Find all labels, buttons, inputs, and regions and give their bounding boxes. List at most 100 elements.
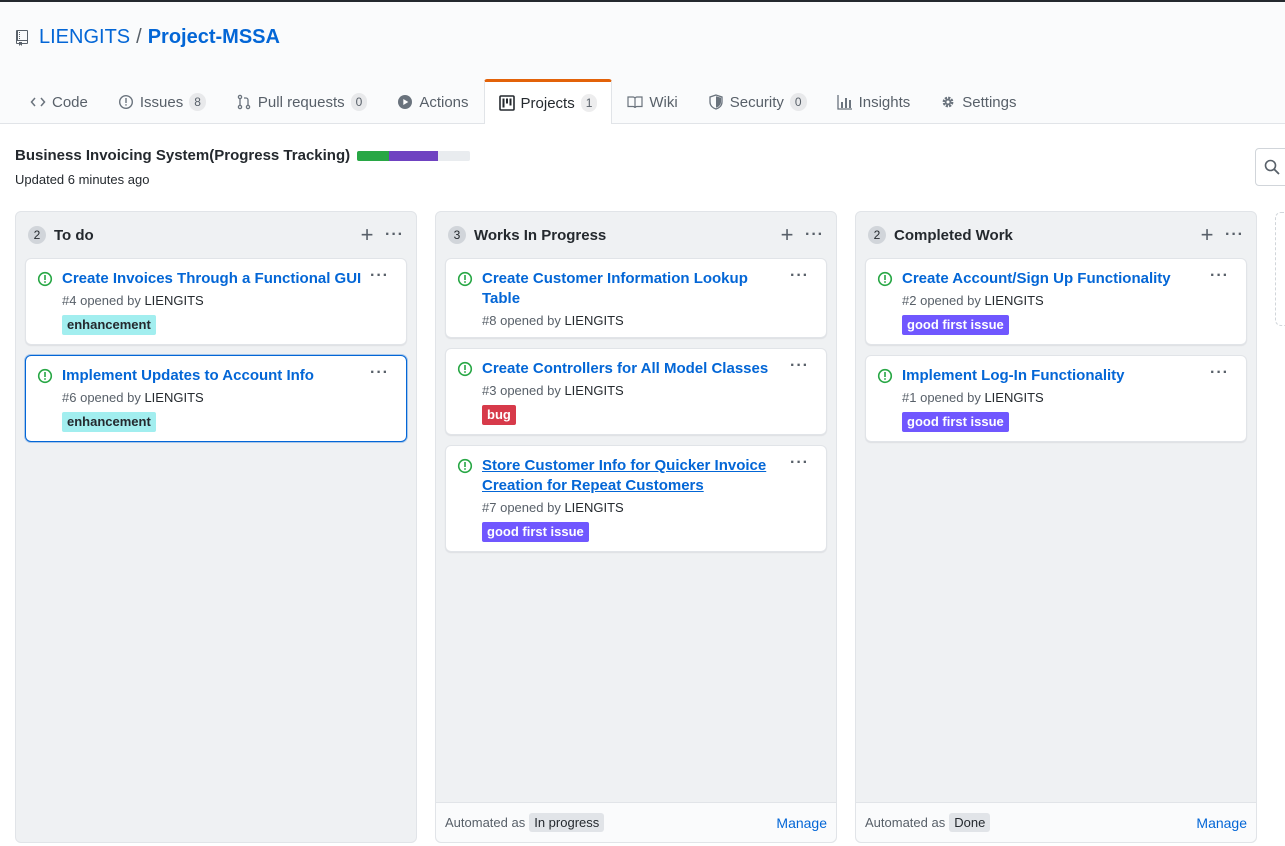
- issue-meta: #3 opened by LIENGITS: [482, 383, 786, 398]
- issue-number: #3: [482, 383, 497, 398]
- tab-security[interactable]: Security 0: [693, 79, 822, 124]
- card-menu-kebab-icon[interactable]: ···: [790, 454, 809, 472]
- issue-opened-icon: [877, 368, 893, 387]
- project-column: 3 Works In Progress + ··· Create Customer In…: [435, 211, 837, 843]
- card-menu-kebab-icon[interactable]: ···: [1210, 267, 1229, 285]
- issue-author-link[interactable]: LIENGITS: [144, 390, 203, 405]
- issue-meta: #4 opened by LIENGITS: [62, 293, 366, 308]
- add-column-placeholder[interactable]: [1275, 212, 1285, 326]
- issue-number: #1: [902, 390, 917, 405]
- tab-projects[interactable]: Projects 1: [483, 79, 613, 124]
- issue-title-link[interactable]: Create Customer Information Lookup Table: [482, 269, 786, 309]
- add-card-plus-icon[interactable]: +: [1195, 224, 1219, 246]
- issue-card[interactable]: Implement Updates to Account Info #6 open…: [25, 355, 407, 442]
- project-column: 2 To do + ··· Create Invoices Through a Func…: [15, 211, 417, 843]
- issue-opened-icon: [457, 458, 473, 477]
- issue-author-link[interactable]: LIENGITS: [984, 390, 1043, 405]
- column-menu-kebab-icon[interactable]: ···: [1225, 226, 1244, 244]
- tab-label: Security: [729, 93, 784, 111]
- issue-label[interactable]: good first issue: [902, 412, 1009, 432]
- automation-state-badge: In progress: [529, 813, 605, 832]
- column-menu-kebab-icon[interactable]: ···: [385, 226, 404, 244]
- issue-title-link[interactable]: Implement Log-In Functionality: [902, 366, 1206, 386]
- issue-author-link[interactable]: LIENGITS: [564, 383, 623, 398]
- issue-number: #8: [482, 313, 497, 328]
- manage-automation-link[interactable]: Manage: [776, 815, 827, 831]
- issue-label[interactable]: good first issue: [482, 522, 589, 542]
- tab-counter: 0: [350, 93, 368, 111]
- column-header: 3 Works In Progress + ···: [436, 212, 836, 258]
- column-automation-footer: Automated as In progress Manage: [436, 802, 836, 842]
- issue-opened-by: opened by: [920, 390, 981, 405]
- card-menu-kebab-icon[interactable]: ···: [370, 364, 389, 382]
- gear-icon: [940, 94, 956, 110]
- issue-opened-by: opened by: [500, 313, 561, 328]
- tab-actions[interactable]: Actions: [382, 79, 483, 124]
- tab-pull-requests[interactable]: Pull requests 0: [221, 79, 382, 124]
- tab-settings[interactable]: Settings: [925, 79, 1031, 124]
- issue-title-link[interactable]: Create Invoices Through a Functional GUI: [62, 269, 366, 289]
- project-updated-text: Updated 6 minutes ago: [15, 172, 150, 187]
- card-menu-kebab-icon[interactable]: ···: [1210, 364, 1229, 382]
- issue-label[interactable]: enhancement: [62, 315, 156, 335]
- card-menu-kebab-icon[interactable]: ···: [790, 357, 809, 375]
- issue-number: #4: [62, 293, 77, 308]
- issue-opened-by: opened by: [80, 293, 141, 308]
- repo-name-link[interactable]: Project-MSSA: [148, 26, 280, 49]
- card-menu-kebab-icon[interactable]: ···: [370, 267, 389, 285]
- tab-counter: 1: [580, 94, 598, 112]
- issue-title-link[interactable]: Store Customer Info for Quicker Invoice …: [482, 456, 786, 496]
- column-automation-footer: Automated as Done Manage: [856, 802, 1256, 842]
- tab-wiki[interactable]: Wiki: [612, 79, 692, 124]
- repo-nav-tabs: Code Issues 8 Pull requests 0 Actions Projects…: [15, 79, 1032, 124]
- issue-meta: #7 opened by LIENGITS: [482, 500, 786, 515]
- tab-issues[interactable]: Issues 8: [103, 79, 221, 124]
- issue-card[interactable]: Implement Log-In Functionality #1 opened …: [865, 355, 1247, 442]
- add-card-plus-icon[interactable]: +: [775, 224, 799, 246]
- issue-card[interactable]: Create Controllers for All Model Classes…: [445, 348, 827, 435]
- issue-label[interactable]: enhancement: [62, 412, 156, 432]
- issue-card[interactable]: Create Account/Sign Up Functionality #2 o…: [865, 258, 1247, 345]
- issue-label[interactable]: good first issue: [902, 315, 1009, 335]
- tab-insights[interactable]: Insights: [822, 79, 926, 124]
- issue-label[interactable]: bug: [482, 405, 516, 425]
- card-menu-kebab-icon[interactable]: ···: [790, 267, 809, 285]
- issue-author-link[interactable]: LIENGITS: [564, 313, 623, 328]
- issue-opened-icon: [37, 368, 53, 387]
- code-icon: [30, 94, 46, 110]
- tab-label: Insights: [858, 93, 911, 111]
- filter-cards-button[interactable]: [1255, 148, 1285, 186]
- issue-opened-by: opened by: [920, 293, 981, 308]
- manage-automation-link[interactable]: Manage: [1196, 815, 1247, 831]
- git-pull-request-icon: [236, 94, 252, 110]
- column-header: 2 To do + ···: [16, 212, 416, 258]
- issue-title-link[interactable]: Implement Updates to Account Info: [62, 366, 366, 386]
- issue-author-link[interactable]: LIENGITS: [984, 293, 1043, 308]
- tab-label: Code: [52, 93, 88, 111]
- issue-title-link[interactable]: Create Account/Sign Up Functionality: [902, 269, 1206, 289]
- tab-code[interactable]: Code: [15, 79, 103, 124]
- repo-owner-link[interactable]: LIENGITS: [39, 26, 130, 49]
- repo-title: LIENGITS / Project-MSSA: [15, 26, 280, 49]
- issue-title-link[interactable]: Create Controllers for All Model Classes: [482, 359, 786, 379]
- play-icon: [397, 94, 413, 110]
- issue-card[interactable]: Create Invoices Through a Functional GUI…: [25, 258, 407, 345]
- project-icon: [498, 95, 515, 111]
- search-icon: [1264, 159, 1280, 175]
- repo-separator: /: [136, 26, 142, 48]
- issue-number: #6: [62, 390, 77, 405]
- project-name: Business Invoicing System(Progress Track…: [15, 147, 351, 164]
- issue-number: #2: [902, 293, 917, 308]
- column-title: To do: [54, 226, 94, 244]
- add-card-plus-icon[interactable]: +: [355, 224, 379, 246]
- column-card-count: 2: [868, 226, 886, 244]
- issue-meta: #8 opened by LIENGITS: [482, 313, 786, 328]
- issue-author-link[interactable]: LIENGITS: [144, 293, 203, 308]
- tab-label: Actions: [419, 93, 469, 111]
- issue-card[interactable]: Create Customer Information Lookup Table…: [445, 258, 827, 338]
- column-menu-kebab-icon[interactable]: ···: [805, 226, 824, 244]
- tab-label: Projects: [520, 94, 575, 112]
- book-icon: [627, 94, 643, 110]
- issue-author-link[interactable]: LIENGITS: [564, 500, 623, 515]
- issue-card[interactable]: Store Customer Info for Quicker Invoice …: [445, 445, 827, 552]
